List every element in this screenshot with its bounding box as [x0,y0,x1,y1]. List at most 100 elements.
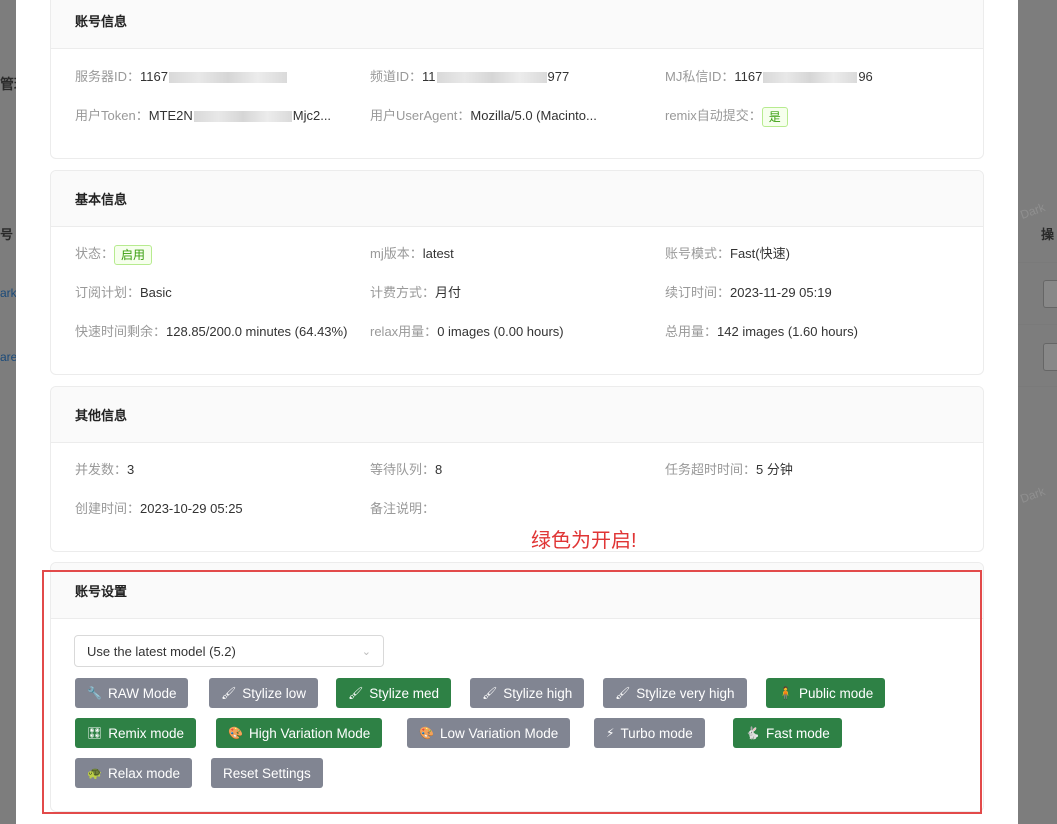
queue-field: 等待队列：8 [370,460,442,480]
created-time-value: 2023-10-29 05:25 [140,501,243,516]
plan-value: Basic [140,285,172,300]
reset-settings-label: Reset Settings [223,765,311,781]
background-divider [1018,386,1057,387]
remix-auto-submit-field: remix自动提交：是 [665,106,788,127]
user-token-label: 用户Token： [75,108,149,123]
remix-auto-submit-label: remix自动提交： [665,108,762,123]
brush-icon: 🖌 [482,686,498,700]
basic-info-title: 基本信息 [51,171,983,227]
mj-dm-id-suffix: 96 [858,69,873,84]
account-info-card: 账号信息 服务器ID：1167 频道ID：11 977 MJ私信ID：1167 96… [50,0,984,159]
account-mode-field: 账号模式：Fast(快速) [665,244,790,264]
task-timeout-value: 5 分钟 [756,462,793,477]
renew-time-label: 续订时间： [665,285,731,300]
model-version-select[interactable]: Use the latest model (5.2) ⌄ [74,635,384,667]
user-agent-field: 用户UserAgent：Mozilla/5.0 (Macinto... [370,106,597,126]
concurrency-field: 并发数：3 [75,460,134,480]
total-usage-value: 142 images (1.60 hours) [717,324,858,339]
concurrency-label: 并发数： [75,462,128,477]
background-right-strip [1018,0,1057,824]
raw-mode-label: RAW Mode [107,685,177,701]
mj-version-field: mj版本：latest [370,244,454,264]
total-usage-field: 总用量：142 images (1.60 hours) [665,322,858,342]
stylize-low-button[interactable]: 🖌 Stylize low [209,678,319,708]
redaction-mask [763,72,858,84]
remark-field: 备注说明： [370,499,435,519]
high-variation-mode-button[interactable]: 🎨 High Variation Mode [216,718,383,748]
account-detail-modal: 账号信息 服务器ID：1167 频道ID：11 977 MJ私信ID：1167 96… [16,0,1018,824]
fast-mode-button[interactable]: 🐇 Fast mode [733,718,842,748]
channel-id-label: 频道ID： [370,69,423,84]
created-time-label: 创建时间： [75,501,141,516]
server-id-label: 服务器ID： [75,69,141,84]
relax-mode-label: Relax mode [107,765,180,781]
stylize-very-high-button[interactable]: 🖌 Stylize very high [603,678,747,708]
wrench-icon: 🔧 [87,686,102,700]
brush-icon: 🖌 [615,686,631,700]
billing-value: 月付 [435,285,462,300]
billing-label: 计费方式： [370,285,436,300]
remark-label: 备注说明： [370,501,436,516]
palette-icon: 🎨 [419,726,434,740]
background-left-strip [0,0,16,824]
status-field: 状态： 启用 [75,244,153,265]
remix-auto-submit-badge: 是 [761,106,788,127]
fast-time-left-field: 快速时间剩余：128.85/200.0 minutes (64.43%) [75,322,347,342]
queue-value: 8 [435,462,443,477]
low-variation-mode-label: Low Variation Mode [439,725,559,741]
redaction-mask [168,72,287,84]
stylize-low-label: Stylize low [242,685,307,701]
stylize-high-label: Stylize high [503,685,573,701]
stylize-high-button[interactable]: 🖌 Stylize high [470,678,585,708]
user-agent-label: 用户UserAgent： [370,108,471,123]
status-badge: 启用 [114,244,153,265]
account-info-title: 账号信息 [51,0,983,49]
mj-dm-id-field: MJ私信ID：1167 96 [665,67,873,87]
public-mode-button[interactable]: 🧍 Public mode [766,678,886,708]
background-column-header: 号 [0,227,14,242]
fast-mode-label: Fast mode [765,725,830,741]
server-id-field: 服务器ID：1167 [75,67,288,87]
account-mode-value: Fast(快速) [730,246,790,261]
high-variation-mode-label: High Variation Mode [248,725,371,741]
brush-icon: 🖌 [221,686,237,700]
channel-id-field: 频道ID：11 977 [370,67,569,87]
model-version-select-value: Use the latest model (5.2) [87,643,236,659]
remix-mode-button[interactable]: 🎛 Remix mode [75,718,197,748]
public-mode-label: Public mode [798,685,874,701]
mj-dm-id-label: MJ私信ID： [665,69,735,84]
lightning-icon: ⚡ [606,726,615,740]
background-divider [1018,324,1057,325]
reset-settings-button[interactable]: Reset Settings [211,758,323,788]
relax-mode-button[interactable]: 🐢 Relax mode [75,758,192,788]
renew-time-value: 2023-11-29 05:19 [730,285,832,300]
redaction-mask [436,72,547,84]
redaction-mask [193,111,292,123]
turbo-mode-button[interactable]: ⚡ Turbo mode [594,718,705,748]
created-time-field: 创建时间：2023-10-29 05:25 [75,499,243,519]
mj-version-value: latest [422,246,454,261]
background-row-link-2: are [0,350,18,364]
user-token-suffix: Mjc2... [292,108,332,123]
account-mode-label: 账号模式： [665,246,731,261]
person-icon: 🧍 [778,686,793,700]
channel-id-prefix: 11 [422,69,436,84]
control-knobs-icon: 🎛 [87,726,103,740]
relax-usage-value: 0 images (0.00 hours) [437,324,564,339]
raw-mode-button[interactable]: 🔧 RAW Mode [75,678,189,708]
palette-icon: 🎨 [228,726,243,740]
stylize-med-button[interactable]: 🖌 Stylize med [336,678,452,708]
chevron-down-icon: ⌄ [361,645,371,658]
concurrency-value: 3 [127,462,135,477]
stylize-very-high-label: Stylize very high [636,685,735,701]
annotation-note: 绿色为开启! [531,530,637,552]
background-divider [1018,262,1057,263]
low-variation-mode-button[interactable]: 🎨 Low Variation Mode [407,718,571,748]
stylize-med-label: Stylize med [369,685,440,701]
mj-dm-id-prefix: 1167 [734,69,763,84]
other-info-card: 其他信息 并发数：3 等待队列：8 任务超时时间：5 分钟 创建时间：2023-… [50,386,984,552]
relax-usage-label: relax用量： [370,324,438,339]
plan-field: 订阅计划：Basic [75,283,172,303]
background-row-link-1: ark [0,286,17,300]
status-label: 状态： [75,246,115,261]
